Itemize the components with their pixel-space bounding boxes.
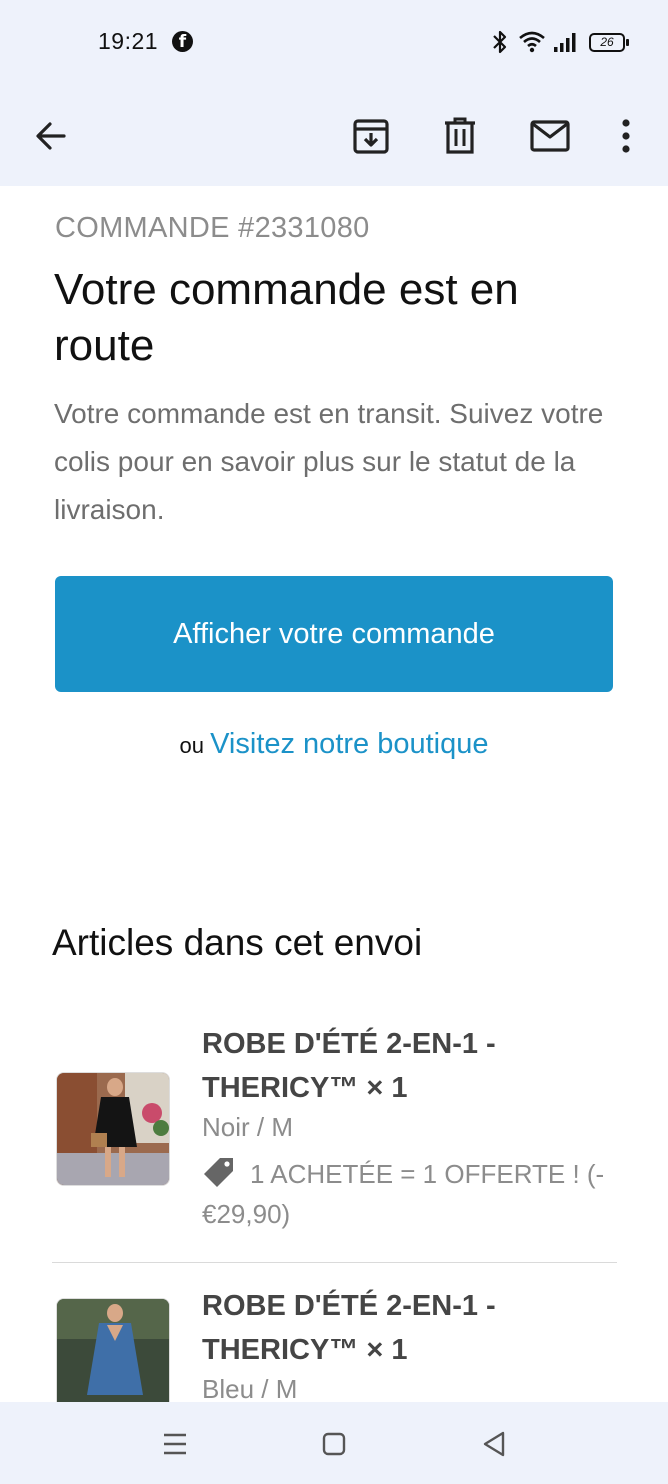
visit-store-link[interactable]: Visitez notre boutique [210,728,488,760]
section-title: Articles dans cet envoi [52,922,423,963]
wifi-icon [519,31,545,53]
back-arrow-icon [36,122,66,150]
battery-level: 26 [600,35,614,49]
email-intro: Votre commande est en transit. Suivez vo… [54,398,604,525]
status-time: 19:21 [98,28,159,54]
tag-icon [204,1158,233,1187]
item-discount-text: 1 ACHETÉE = 1 OFFERTE ! (-€29,90) [202,1159,605,1229]
email-body: COMMANDE #2331080 Votre commande est en … [0,186,668,1402]
delete-button[interactable] [434,86,486,186]
bluetooth-icon [493,30,507,54]
item-variant: Noir / M [202,1112,293,1142]
trash-icon [445,117,475,154]
order-number: COMMANDE #2331080 [55,212,370,244]
mark-unread-button[interactable] [522,86,578,186]
store-link-line: ou Visitez notre boutique [0,728,668,761]
status-bar: 19:21 f 26 [0,0,668,86]
system-nav-bar [0,1402,668,1484]
home-icon [322,1432,346,1456]
view-order-button[interactable]: Afficher votre commande [55,576,613,692]
back-button[interactable] [22,86,80,186]
item-divider [52,1262,617,1263]
email-toolbar [0,86,668,186]
item-variant: Bleu / M [202,1374,298,1402]
recent-apps-button[interactable] [155,1424,195,1464]
archive-button[interactable] [344,86,398,186]
recent-apps-icon [164,1433,186,1455]
email-headline: Votre commande est en route [54,265,519,370]
mail-icon [530,120,570,152]
or-text: ou [179,733,204,758]
more-options-button[interactable] [604,86,648,186]
item-title: ROBE D'ÉTÉ 2-EN-1 - THERICY™ × 1 [202,1290,496,1366]
battery-icon: 26 [589,33,629,52]
blue-dress-photo [56,1298,170,1402]
more-vert-icon [622,119,630,153]
signal-icon [554,33,576,52]
archive-icon [353,119,389,154]
black-dress-photo [56,1072,170,1186]
facebook-icon: f [172,31,193,52]
system-back-button[interactable] [474,1424,514,1464]
home-button[interactable] [314,1424,354,1464]
item-title: ROBE D'ÉTÉ 2-EN-1 - THERICY™ × 1 [202,1028,496,1104]
item-discount: 1 ACHETÉE = 1 OFFERTE ! (-€29,90) [202,1154,612,1234]
back-triangle-icon [483,1431,505,1457]
